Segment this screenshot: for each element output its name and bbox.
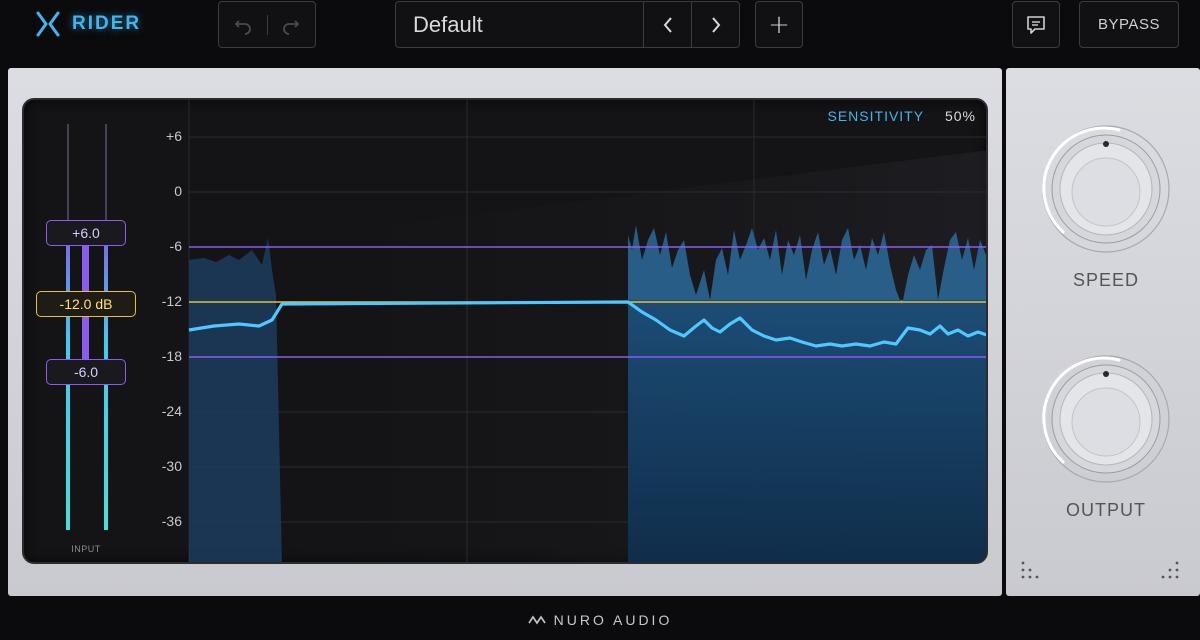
output-label: OUTPUT [1066, 500, 1146, 520]
redo-button[interactable] [266, 14, 316, 35]
upper-range-handle[interactable]: +6.0 [46, 220, 126, 246]
level-graph [66, 100, 986, 562]
y-tick-label: -30 [161, 458, 182, 474]
target-level-handle[interactable]: -12.0 dB [36, 291, 136, 317]
chevron-right-icon [711, 16, 720, 33]
add-preset-button[interactable]: + [755, 1, 803, 48]
undo-redo-group [218, 1, 316, 48]
undo-icon [234, 19, 251, 35]
rider-plugin-window: RIDER Default + BYPASS SENSITIVITY 50% +… [0, 0, 1200, 640]
input-meter-right [104, 240, 108, 530]
nuro-audio-logo-icon [527, 615, 546, 625]
sensitivity-value: 50% [944, 108, 976, 124]
y-tick-label: -36 [161, 513, 182, 529]
undo-button[interactable] [219, 15, 267, 35]
preset-selector: Default [395, 1, 740, 48]
header-bar: RIDER Default + BYPASS [0, 0, 1200, 66]
resize-grip-right-icon[interactable] [1160, 560, 1180, 580]
resize-grip-left-icon [1021, 561, 1039, 579]
level-display: SENSITIVITY 50% +6 0 -6 -12 -18 -24 -30 … [22, 98, 988, 564]
chat-bubble-icon [1027, 15, 1045, 34]
rider-x-icon [36, 11, 60, 37]
y-tick-label: +6 [166, 128, 182, 144]
bypass-button[interactable]: BYPASS [1079, 1, 1179, 48]
output-knob[interactable] [1041, 354, 1171, 484]
sensitivity-label: SENSITIVITY [827, 108, 925, 124]
speed-knob[interactable] [1041, 124, 1171, 254]
preset-next-button[interactable] [691, 2, 739, 47]
footer-brand: NURO AUDIO [553, 612, 673, 628]
y-tick-label: -24 [161, 403, 182, 419]
input-meter-label: INPUT [71, 544, 101, 554]
lower-range-handle[interactable]: -6.0 [46, 359, 126, 385]
app-name: RIDER [72, 13, 142, 34]
input-meter [66, 124, 108, 530]
y-tick-label: -12 [161, 293, 182, 309]
preset-prev-button[interactable] [643, 2, 691, 47]
redo-icon [283, 19, 300, 35]
footer: NURO AUDIO [0, 600, 1200, 640]
feedback-button[interactable] [1012, 1, 1060, 48]
speed-label: SPEED [1072, 270, 1140, 290]
input-waveform-early [189, 238, 282, 562]
input-meter-left [66, 240, 70, 530]
signal-area [628, 300, 986, 562]
sensitivity-control[interactable]: SENSITIVITY 50% [828, 108, 977, 124]
app-logo: RIDER [34, 10, 141, 38]
y-tick-label: 0 [174, 183, 182, 199]
y-tick-label: -18 [161, 348, 182, 364]
chevron-left-icon [663, 16, 672, 33]
preset-name[interactable]: Default [396, 12, 643, 38]
y-tick-label: -6 [169, 238, 182, 254]
